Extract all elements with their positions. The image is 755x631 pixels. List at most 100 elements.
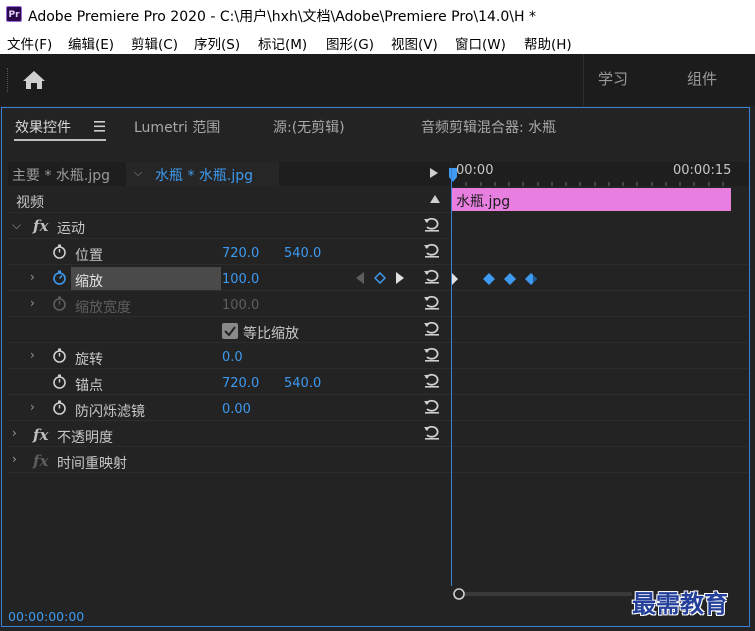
keyframe-diamond[interactable]: [503, 272, 517, 286]
reset-icon[interactable]: [423, 268, 441, 284]
stopwatch-icon[interactable]: [52, 374, 67, 389]
rotation-value[interactable]: 0.0: [222, 350, 243, 365]
stopwatch-active-icon[interactable]: [52, 270, 67, 285]
row-divider: [8, 446, 450, 447]
tab-source[interactable]: 源:(无剪辑): [273, 117, 345, 137]
selected-clip-label[interactable]: 水瓶 * 水瓶.jpg: [155, 165, 253, 185]
workspace-learn[interactable]: 学习: [598, 68, 628, 89]
anchor-x-value[interactable]: 720.0: [222, 376, 259, 391]
play-triangle-icon[interactable]: [430, 168, 438, 178]
chevron-right-icon[interactable]: ›: [12, 426, 17, 440]
reset-icon[interactable]: [423, 320, 441, 336]
window-title: Adobe Premiere Pro 2020 - C:\用户\hxh\文档\A…: [28, 9, 536, 25]
active-tab-indicator: [14, 139, 106, 141]
fx-icon[interactable]: fx: [33, 217, 48, 235]
fx-disabled-icon: fx: [33, 452, 49, 470]
scale-width-label: 缩放宽度: [75, 300, 131, 316]
premiere-app-icon: Pr: [6, 6, 22, 22]
reset-icon[interactable]: [423, 294, 441, 310]
chevron-down-icon[interactable]: ⌵: [12, 218, 21, 233]
row-divider: [8, 316, 450, 317]
master-clip-label[interactable]: 主要 * 水瓶.jpg: [12, 165, 110, 185]
position-y-value[interactable]: 540.0: [284, 246, 321, 261]
tab-effect-controls[interactable]: 效果控件: [15, 117, 71, 137]
timeline-row-divider: [452, 420, 748, 421]
fx-icon[interactable]: fx: [33, 426, 48, 444]
menu-file[interactable]: 文件(F): [7, 33, 52, 53]
chevron-right-icon[interactable]: ›: [30, 400, 35, 414]
row-divider: [8, 368, 450, 369]
row-divider: [8, 238, 450, 239]
header-grip[interactable]: [7, 68, 10, 92]
menu-sequence[interactable]: 序列(S): [194, 33, 240, 53]
previous-keyframe-icon[interactable]: [356, 272, 364, 284]
stopwatch-icon[interactable]: [52, 400, 67, 415]
uniform-scale-label: 等比缩放: [243, 326, 299, 342]
timeline-row-divider: [452, 342, 748, 343]
row-divider: [8, 472, 450, 473]
row-divider: [8, 264, 450, 265]
keyframe-diamond[interactable]: [482, 272, 496, 286]
playhead-icon[interactable]: [448, 166, 458, 184]
reset-icon[interactable]: [423, 216, 441, 232]
anchor-label: 锚点: [75, 378, 103, 394]
tab-lumetri-scopes[interactable]: Lumetri 范围: [134, 117, 220, 137]
anti-flicker-label: 防闪烁滤镜: [75, 404, 145, 420]
anchor-y-value[interactable]: 540.0: [284, 376, 321, 391]
home-icon[interactable]: [20, 68, 48, 92]
row-divider: [8, 212, 450, 213]
timeline-row-divider: [452, 446, 748, 447]
reset-icon[interactable]: [423, 372, 441, 388]
reset-icon[interactable]: [423, 398, 441, 414]
menu-view[interactable]: 视图(V): [391, 33, 438, 53]
collapse-arrow-icon[interactable]: [430, 195, 440, 203]
menu-graphics[interactable]: 图形(G): [326, 33, 374, 53]
timeline-row-divider: [452, 394, 748, 395]
opacity-label: 不透明度: [57, 430, 113, 446]
reset-icon[interactable]: [423, 346, 441, 362]
menu-window[interactable]: 窗口(W): [455, 33, 506, 53]
next-keyframe-icon[interactable]: [396, 272, 404, 284]
timeline-zoom-scrollbar[interactable]: [452, 586, 632, 602]
motion-label: 运动: [57, 221, 85, 237]
chevron-right-icon[interactable]: ›: [12, 452, 17, 466]
scale-value[interactable]: 100.0: [222, 272, 259, 287]
panel-menu-icon[interactable]: [94, 121, 106, 132]
menu-help[interactable]: 帮助(H): [524, 33, 572, 53]
timecode-display[interactable]: 00:00:00:00: [8, 609, 84, 624]
stopwatch-icon[interactable]: [52, 348, 67, 363]
anti-flicker-value[interactable]: 0.00: [222, 402, 251, 417]
reset-icon[interactable]: [423, 242, 441, 258]
watermark-logo: 最需教育: [632, 589, 728, 618]
menu-edit[interactable]: 编辑(E): [68, 33, 114, 53]
workspace-assembly[interactable]: 组件: [687, 68, 717, 89]
uniform-scale-checkbox[interactable]: [222, 323, 238, 339]
scale-label: 缩放: [75, 274, 103, 290]
chevron-right-icon[interactable]: ›: [30, 270, 35, 284]
ruler-end-time: 00:00:15: [673, 163, 732, 178]
row-divider: [8, 290, 450, 291]
video-section-label: 视频: [16, 195, 44, 211]
timeline-row-divider: [452, 264, 748, 265]
position-x-value[interactable]: 720.0: [222, 246, 259, 261]
time-remap-label: 时间重映射: [57, 456, 127, 472]
timeline-row-divider: [452, 290, 748, 291]
menu-clip[interactable]: 剪辑(C): [131, 33, 178, 53]
add-keyframe-icon[interactable]: [374, 272, 386, 284]
scale-width-value: 100.0: [222, 298, 260, 313]
timeline-row-divider: [452, 316, 748, 317]
row-divider: [8, 394, 450, 395]
keyframe-start-marker[interactable]: [452, 273, 458, 285]
row-divider: [8, 420, 450, 421]
chevron-down-icon[interactable]: ⌵: [134, 166, 142, 180]
reset-icon[interactable]: [423, 424, 441, 440]
workspace-header: [0, 54, 755, 106]
chevron-right-icon[interactable]: ›: [30, 348, 35, 362]
chevron-right-icon: ›: [30, 296, 35, 310]
ruler-start-time: 00:00: [456, 163, 494, 178]
menu-markers[interactable]: 标记(M): [258, 33, 307, 53]
tab-audio-clip-mixer[interactable]: 音频剪辑混合器: 水瓶: [421, 117, 556, 137]
timeline-row-divider: [452, 472, 748, 473]
stopwatch-icon[interactable]: [52, 244, 67, 259]
keyframe-diamond[interactable]: [524, 272, 538, 286]
